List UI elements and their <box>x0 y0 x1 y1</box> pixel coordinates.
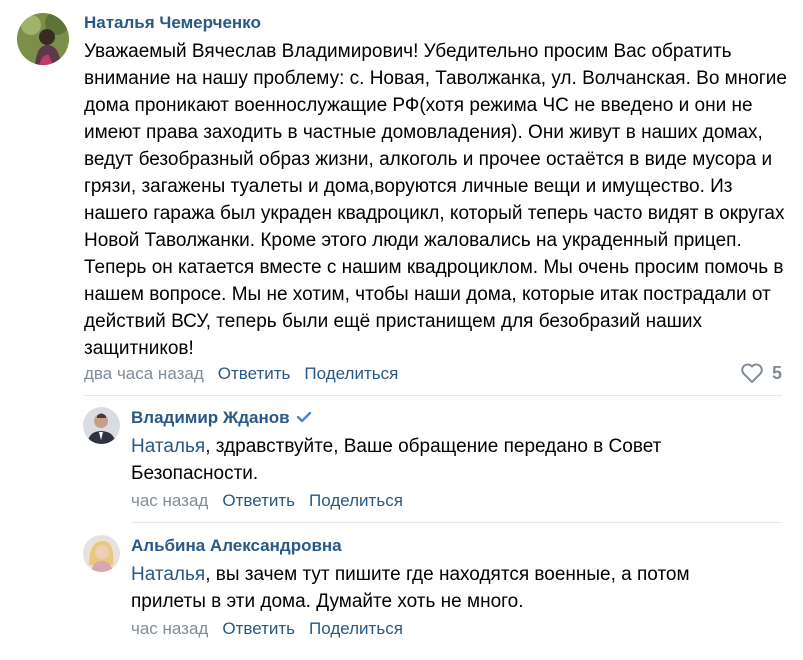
divider <box>131 522 782 523</box>
share-button[interactable]: Поделиться <box>304 364 398 384</box>
reply-time[interactable]: час назад <box>131 619 208 639</box>
reply-text: Наталья, вы зачем тут пишите где находят… <box>131 564 690 612</box>
comment-meta: два часа назад Ответить Поделиться <box>84 364 398 384</box>
comment-author[interactable]: Наталья Чемерченко <box>84 13 261 33</box>
divider <box>84 395 782 396</box>
avatar-photo-icon <box>17 13 69 65</box>
comment-text: Уважаемый Вячеслав Владимирович! Убедите… <box>84 41 787 359</box>
reply-meta: час назад Ответить Поделиться <box>131 491 403 511</box>
reply-text: Наталья, здравствуйте, Ваше обращение пе… <box>131 436 662 484</box>
avatar-albina[interactable] <box>83 535 120 572</box>
reply-time[interactable]: час назад <box>131 491 208 511</box>
comment-time[interactable]: два часа назад <box>84 364 204 384</box>
reply-button[interactable]: Ответить <box>222 619 295 639</box>
reply-author[interactable]: Владимир Жданов <box>131 408 312 429</box>
avatar-photo-icon <box>83 535 120 572</box>
avatar-photo-icon <box>83 407 120 444</box>
reply-button[interactable]: Ответить <box>218 364 291 384</box>
mention-link[interactable]: Наталья <box>131 564 205 585</box>
share-button[interactable]: Поделиться <box>309 619 403 639</box>
reply-meta: час назад Ответить Поделиться <box>131 619 403 639</box>
mention-link[interactable]: Наталья <box>131 436 205 457</box>
reply-button[interactable]: Ответить <box>222 491 295 511</box>
avatar-natalya[interactable] <box>17 13 69 65</box>
verified-icon <box>296 409 312 429</box>
share-button[interactable]: Поделиться <box>309 491 403 511</box>
avatar-zhdanov[interactable] <box>83 407 120 444</box>
like-count: 5 <box>772 362 783 383</box>
heart-icon <box>741 363 763 383</box>
reply-author[interactable]: Альбина Александровна <box>131 536 342 556</box>
like-button[interactable]: 5 <box>740 362 782 384</box>
